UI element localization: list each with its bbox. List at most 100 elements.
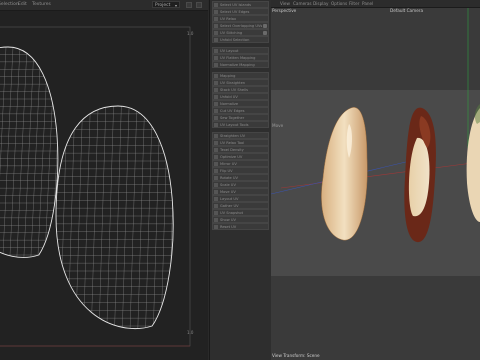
uv-viewport[interactable]: 1.0 1.0 — [0, 11, 208, 360]
menu-cameras[interactable]: Cameras — [293, 0, 312, 7]
panel-item-label: Unfold Selection — [220, 38, 250, 42]
uv-space-value: Project — [155, 3, 171, 8]
menu-panel[interactable]: Panel — [362, 0, 373, 7]
panel-item-label: UV Stitching — [220, 31, 243, 35]
panel-item[interactable]: UV Snapshot — [212, 209, 269, 216]
panel-item-label: Unfold UV — [220, 95, 238, 99]
panel-item-label: Mapping — [220, 74, 236, 78]
panel-item-label: Select Overlapping UVs — [220, 24, 263, 28]
panel-item[interactable]: Mirror UV — [212, 160, 269, 167]
panel-item-label: UV Flatten Mapping — [220, 56, 256, 60]
panel-item[interactable]: Gather UV — [212, 202, 269, 209]
panel-item[interactable]: Texel Density — [212, 146, 269, 153]
panel-item[interactable]: Normalize Mapping — [212, 61, 269, 68]
panel-item-label: Stack UV Shells — [220, 88, 248, 92]
tool-icon — [214, 218, 218, 222]
panel-item-label: UV Snapshot — [220, 211, 244, 215]
panel-item[interactable]: Move UV — [212, 188, 269, 195]
tool-icon — [214, 3, 218, 7]
tool-icon — [214, 204, 218, 208]
uv-tick-bottom: 1.0 — [187, 330, 194, 335]
menu-view[interactable]: View — [280, 0, 290, 7]
uv-shell-right-outline — [55, 105, 174, 329]
tool-icon — [214, 74, 218, 78]
panel-item[interactable]: Cut UV Edges — [212, 107, 269, 114]
panel-item[interactable]: Reset UV — [212, 223, 269, 230]
tool-icon — [214, 31, 218, 35]
uv-editor-toolbar: Selection Edit Textures Project ▾ — [0, 0, 208, 11]
toggle-icon[interactable] — [263, 24, 267, 28]
nut-3 — [466, 108, 480, 222]
panel-item-label: Select UV Edges — [220, 10, 250, 14]
tool-icon — [214, 38, 218, 42]
panel-item[interactable]: Unfold Selection — [212, 36, 269, 43]
settings-icon[interactable] — [196, 2, 202, 8]
panel-item[interactable]: UV Straighten — [212, 79, 269, 86]
tool-icon — [214, 109, 218, 113]
tool-icon — [214, 225, 218, 229]
tool-icon — [214, 24, 218, 28]
panel-item[interactable]: UV Relax — [212, 15, 269, 22]
panel-item[interactable]: Show UV — [212, 216, 269, 223]
panel-item[interactable]: Rotate UV — [212, 174, 269, 181]
panel-item-label: UV Layout Tools — [220, 123, 249, 127]
tool-icon — [214, 155, 218, 159]
menu-options[interactable]: Options — [331, 0, 347, 7]
panel-item[interactable]: Scale UV — [212, 181, 269, 188]
tool-icon — [214, 197, 218, 201]
panel-item[interactable]: Flip UV — [212, 167, 269, 174]
uv-canvas[interactable] — [0, 11, 208, 360]
tool-icon — [214, 95, 218, 99]
panel-item-label: Straighten UV — [220, 134, 246, 138]
frame-icon[interactable] — [186, 2, 192, 8]
panel-item[interactable]: Sew Together — [212, 114, 269, 121]
tool-icon — [214, 88, 218, 92]
axis-x-line — [280, 161, 480, 189]
tool-icon — [214, 134, 218, 138]
panel-item[interactable]: Unfold UV — [212, 93, 269, 100]
panel-item-label: Mirror UV — [220, 162, 237, 166]
tool-icon — [214, 81, 218, 85]
scene-render — [271, 8, 480, 243]
panel-item[interactable]: UV Stitching — [212, 29, 269, 36]
panel-item-label: UV Relax Tool — [220, 141, 245, 145]
nut-3-tip — [474, 104, 480, 124]
panel-item[interactable]: Straighten UV — [212, 132, 269, 139]
tool-icon — [214, 183, 218, 187]
panel-item-label: Move UV — [220, 190, 236, 194]
panel-item[interactable]: UV Layout Tools — [212, 121, 269, 128]
menu-textures[interactable]: Textures — [32, 0, 51, 10]
panel-item[interactable]: Layout UV — [212, 195, 269, 202]
panel-item[interactable]: Select Overlapping UVs — [212, 22, 269, 29]
panel-item-label: Gather UV — [220, 204, 239, 208]
menu-edit[interactable]: Edit — [18, 0, 27, 10]
panel-item[interactable]: UV Layout — [212, 47, 269, 54]
tool-icon — [214, 102, 218, 106]
tool-icon — [214, 162, 218, 166]
panel-item[interactable]: UV Flatten Mapping — [212, 54, 269, 61]
panel-item[interactable]: Normalize — [212, 100, 269, 107]
panel-item-label: UV Straighten — [220, 81, 246, 85]
uv-shell-right-grid — [56, 106, 174, 329]
uv-tick-top: 1.0 — [187, 31, 194, 36]
panel-item[interactable]: UV Relax Tool — [212, 139, 269, 146]
panel-item-label: Layout UV — [220, 197, 239, 201]
chevron-down-icon: ▾ — [174, 3, 177, 8]
3d-viewport[interactable]: Perspective Default Camera Move View Tra… — [271, 8, 480, 360]
menu-selection[interactable]: Selection — [0, 0, 19, 10]
uv-space-dropdown[interactable]: Project ▾ — [152, 1, 180, 8]
panel-item-label: Normalize Mapping — [220, 63, 255, 67]
tool-icon — [214, 63, 218, 67]
menu-filter[interactable]: Filter — [349, 0, 359, 7]
panel-item[interactable]: Stack UV Shells — [212, 86, 269, 93]
panel-item[interactable]: Optimize UV — [212, 153, 269, 160]
panel-item-label: Flip UV — [220, 169, 233, 173]
panel-item[interactable]: Select UV Islands — [212, 1, 269, 8]
panel-item[interactable]: Select UV Edges — [212, 8, 269, 15]
menu-display[interactable]: Display — [313, 0, 328, 7]
toggle-icon[interactable] — [263, 31, 267, 35]
panel-item[interactable]: Mapping — [212, 72, 269, 79]
uv-tool-panel: Select UV Islands Select UV Edges UV Relax… — [209, 0, 272, 360]
viewport-menu-bar: View Cameras Display Options Filter Pane… — [271, 0, 480, 8]
panel-item-label: Texel Density — [220, 148, 244, 152]
